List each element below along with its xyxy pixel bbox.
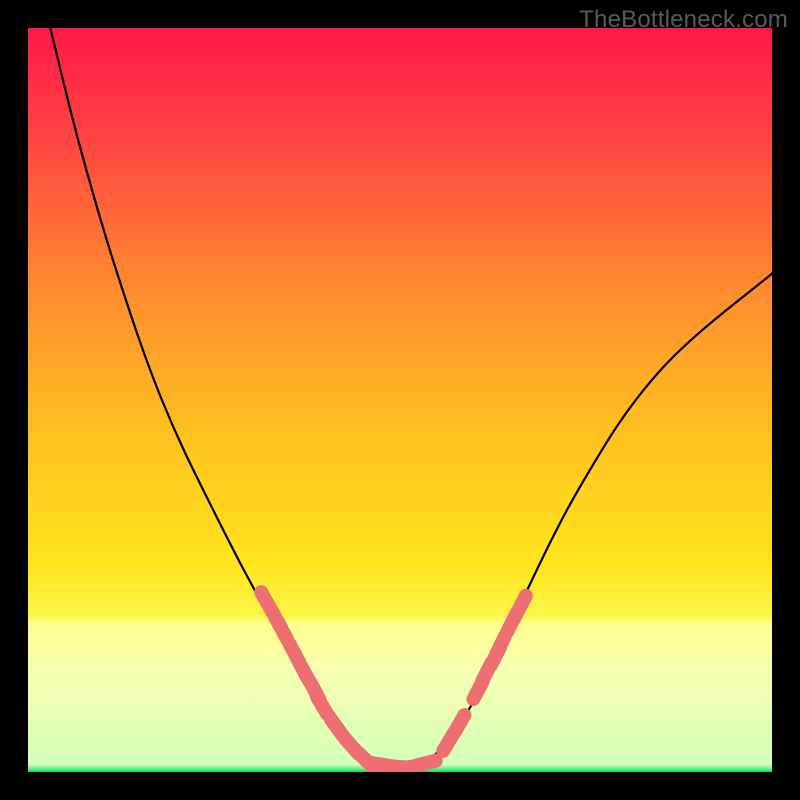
bottleneck-chart bbox=[28, 28, 772, 772]
curve-marker bbox=[278, 622, 287, 640]
chart-frame bbox=[28, 28, 772, 772]
curve-marker bbox=[517, 596, 526, 614]
curve-marker bbox=[496, 637, 505, 655]
curve-marker bbox=[317, 696, 327, 713]
chart-background-gradient bbox=[28, 28, 772, 772]
curve-marker bbox=[455, 715, 465, 732]
curve-marker bbox=[416, 761, 435, 766]
